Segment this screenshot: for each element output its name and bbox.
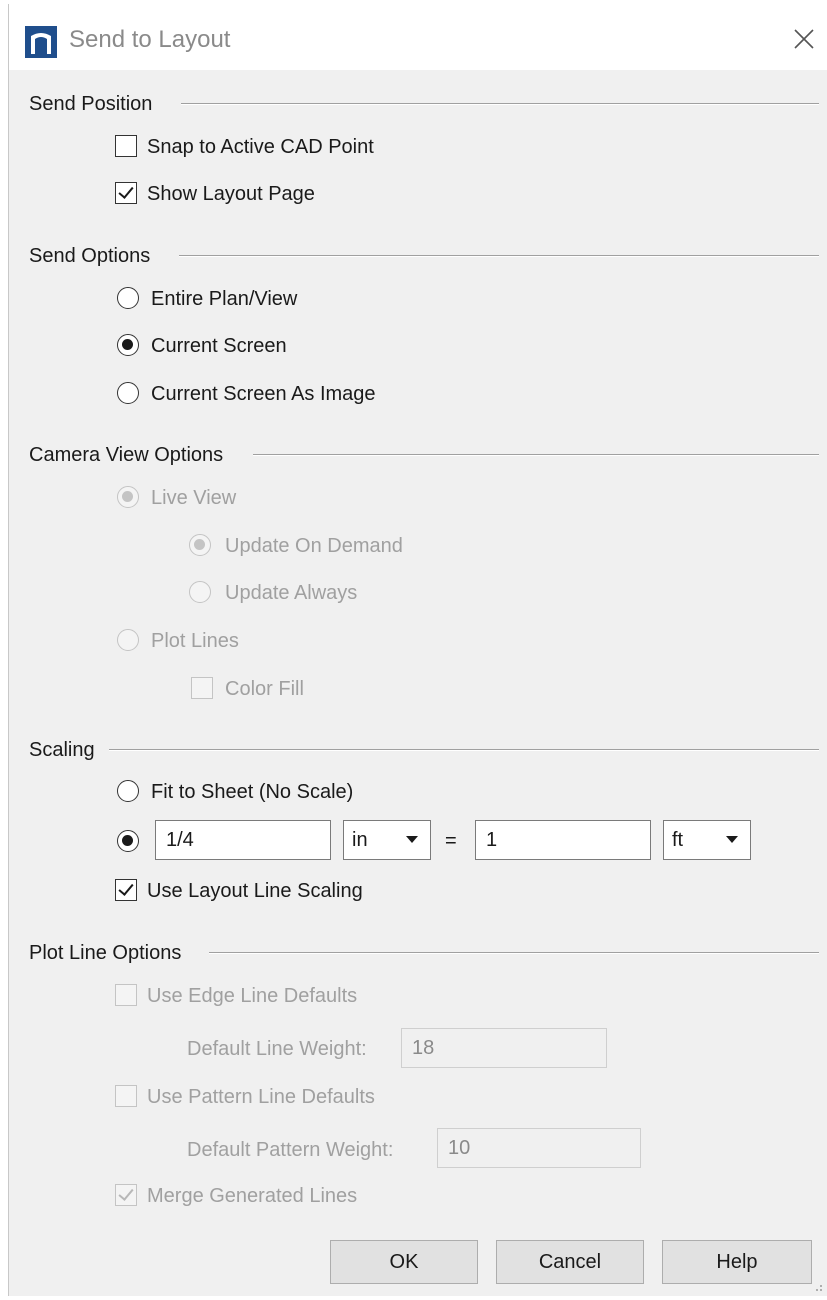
default-line-weight-input[interactable]: 18 bbox=[401, 1028, 607, 1068]
checkbox-box bbox=[115, 182, 137, 204]
send-to-layout-dialog: Send to Layout Send Position Snap to Act… bbox=[8, 4, 827, 1296]
radio-circle bbox=[117, 486, 139, 508]
scale-unit-value: in bbox=[352, 829, 368, 851]
resize-grip-icon[interactable] bbox=[813, 1282, 823, 1292]
help-button[interactable]: Help bbox=[662, 1240, 812, 1284]
default-pattern-weight-label: Default Pattern Weight: bbox=[187, 1139, 394, 1161]
checkbox-box bbox=[115, 984, 137, 1006]
divider bbox=[109, 749, 819, 751]
radio-label: Current Screen bbox=[151, 335, 287, 357]
checkbox-box bbox=[191, 677, 213, 699]
radio-label: Entire Plan/View bbox=[151, 288, 298, 310]
checkbox-label: Use Edge Line Defaults bbox=[147, 985, 358, 1007]
checkbox-label: Use Layout Line Scaling bbox=[147, 880, 363, 902]
equals-sign: = bbox=[445, 830, 457, 852]
radio-circle bbox=[117, 287, 139, 309]
checkbox-box bbox=[115, 1184, 137, 1206]
radio-circle bbox=[189, 534, 211, 556]
radio-circle bbox=[117, 780, 139, 802]
default-pattern-weight-input[interactable]: 10 bbox=[437, 1128, 641, 1168]
radio-label: Plot Lines bbox=[151, 630, 239, 652]
divider bbox=[181, 103, 819, 105]
close-icon[interactable] bbox=[789, 24, 819, 54]
title-bar: Send to Layout bbox=[9, 4, 827, 70]
checkbox-label: Merge Generated Lines bbox=[147, 1185, 358, 1207]
ok-button[interactable]: OK bbox=[330, 1240, 478, 1284]
dropdown-arrow-icon bbox=[726, 836, 738, 843]
radio-label: Update Always bbox=[225, 582, 358, 604]
real-unit-select[interactable]: ft bbox=[663, 820, 751, 860]
divider bbox=[209, 952, 819, 954]
checkbox-box bbox=[115, 879, 137, 901]
scale-value-input[interactable]: 1/4 bbox=[155, 820, 331, 860]
real-value-input[interactable]: 1 bbox=[475, 820, 651, 860]
radio-label: Current Screen As Image bbox=[151, 383, 376, 405]
checkbox-box bbox=[115, 1085, 137, 1107]
cancel-button[interactable]: Cancel bbox=[496, 1240, 644, 1284]
dropdown-arrow-icon bbox=[406, 836, 418, 843]
real-unit-value: ft bbox=[672, 829, 684, 851]
chief-architect-logo-icon bbox=[25, 26, 57, 58]
radio-label: Live View bbox=[151, 487, 237, 509]
section-plot-line-title: Plot Line Options bbox=[29, 942, 182, 964]
radio-circle bbox=[117, 382, 139, 404]
checkbox-label: Use Pattern Line Defaults bbox=[147, 1086, 375, 1108]
section-send-options-title: Send Options bbox=[29, 245, 151, 267]
divider bbox=[179, 255, 819, 257]
checkbox-label: Color Fill bbox=[225, 678, 304, 700]
radio-circle bbox=[117, 334, 139, 356]
section-send-position-title: Send Position bbox=[29, 93, 153, 115]
radio-circle bbox=[117, 830, 139, 852]
default-line-weight-label: Default Line Weight: bbox=[187, 1038, 367, 1060]
window-title: Send to Layout bbox=[69, 26, 231, 53]
radio-circle bbox=[117, 629, 139, 651]
checkbox-label: Snap to Active CAD Point bbox=[147, 136, 374, 158]
radio-circle bbox=[189, 581, 211, 603]
section-camera-view-title: Camera View Options bbox=[29, 444, 224, 466]
checkbox-label: Show Layout Page bbox=[147, 183, 315, 205]
scale-unit-select[interactable]: in bbox=[343, 820, 431, 860]
section-scaling-title: Scaling bbox=[29, 739, 95, 761]
checkbox-box bbox=[115, 135, 137, 157]
radio-label: Fit to Sheet (No Scale) bbox=[151, 781, 354, 803]
radio-label: Update On Demand bbox=[225, 535, 403, 557]
divider bbox=[253, 454, 819, 456]
